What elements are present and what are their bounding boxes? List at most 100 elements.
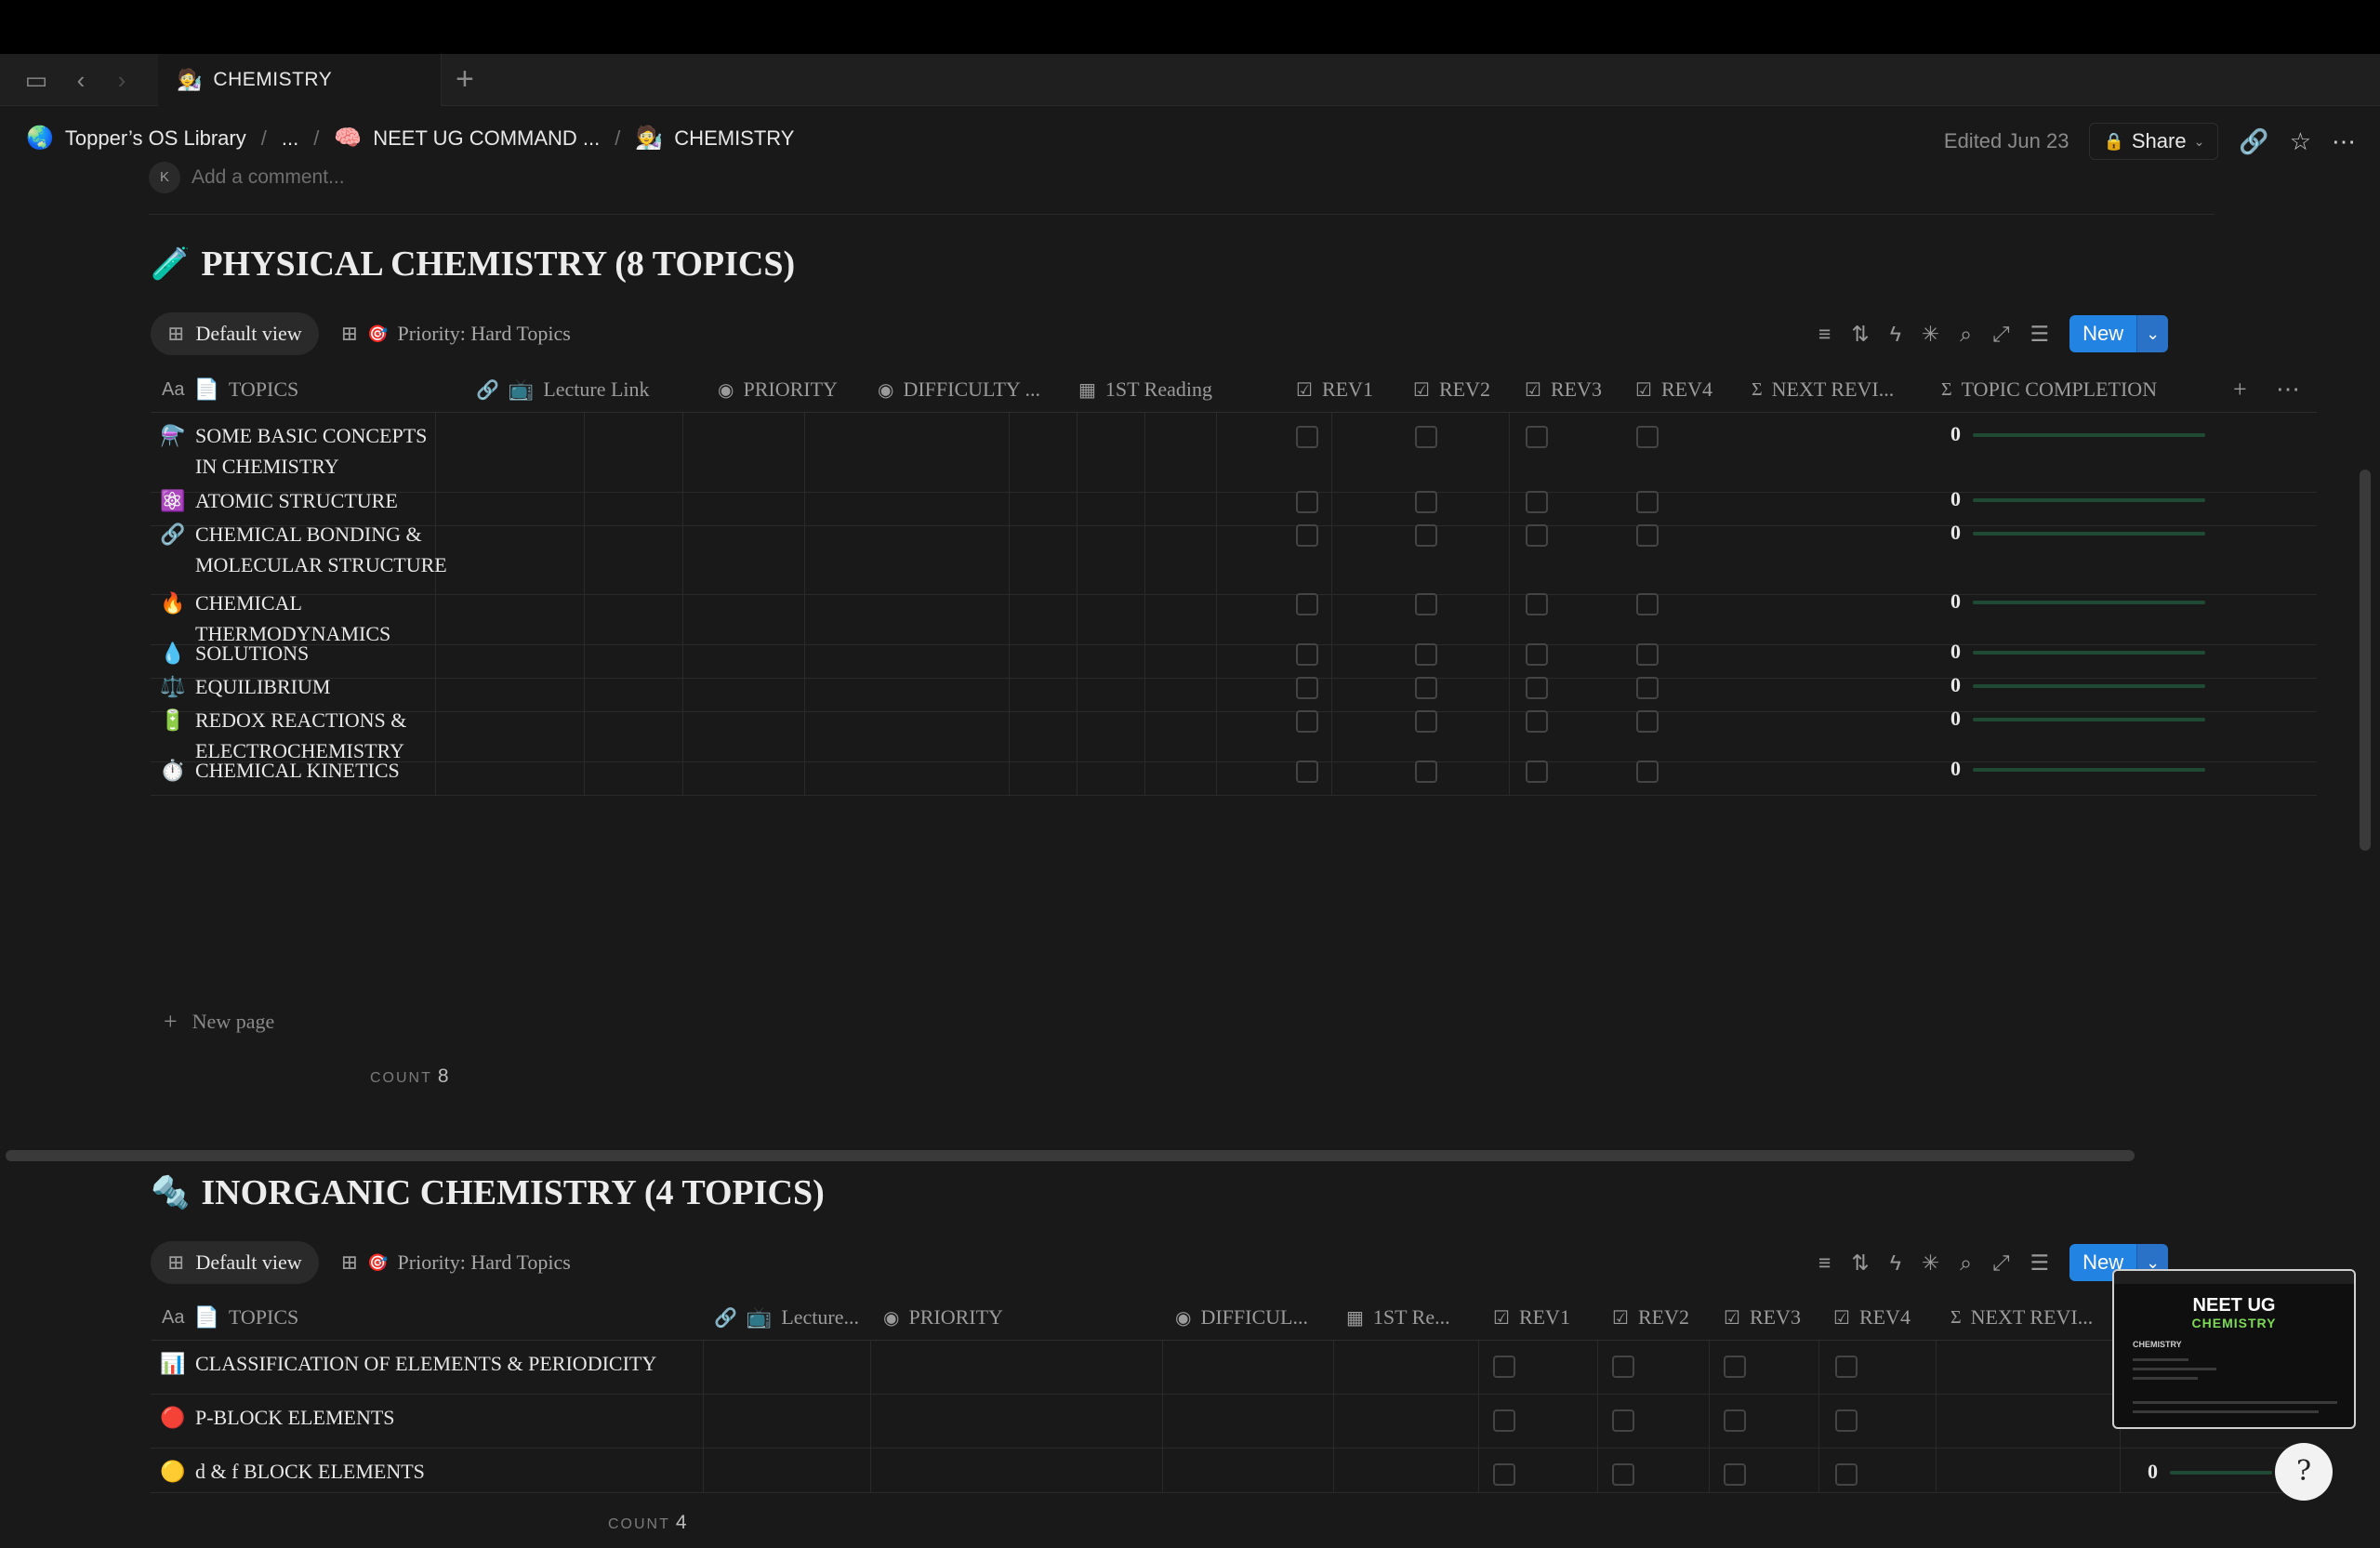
column-rev4[interactable]: ☑ REV4 [1833, 1294, 1911, 1341]
column-topics[interactable]: Aa 📄 TOPICS [162, 366, 298, 413]
rev4-checkbox[interactable] [1835, 1463, 1858, 1486]
column-priority[interactable]: ◉ PRIORITY [883, 1294, 1003, 1341]
automation-bolt-icon[interactable]: ϟ [1890, 1250, 1901, 1276]
column-lecture-link[interactable]: 🔗 📺 Lecture... [714, 1294, 859, 1341]
column-1st-reading[interactable]: ▦ 1ST Reading [1078, 366, 1212, 413]
back-arrow-icon[interactable]: ‹ [67, 67, 95, 93]
new-page-button[interactable]: + New page [164, 1008, 274, 1036]
column-rev1[interactable]: ☑ REV1 [1296, 366, 1373, 413]
column-1st-reading[interactable]: ▦ 1ST Re... [1346, 1294, 1450, 1341]
table-row[interactable]: 🔴 P-BLOCK ELEMENTS [151, 1395, 2317, 1449]
share-button[interactable]: 🔒 Share ⌄ [2089, 123, 2219, 160]
comment-input[interactable]: Add a comment... [192, 166, 345, 189]
page-preview-thumbnail[interactable]: NEET UG CHEMISTRY CHEMISTRY [2112, 1269, 2356, 1429]
help-button[interactable]: ? [2275, 1443, 2333, 1501]
tab-default-view[interactable]: ⊞ Default view [151, 312, 319, 355]
rev1-checkbox[interactable] [1296, 677, 1318, 699]
add-column-plus-icon[interactable]: + [2233, 366, 2247, 413]
tab-chemistry[interactable]: 🧑‍🔬 CHEMISTRY [158, 54, 442, 106]
rev4-checkbox[interactable] [1636, 491, 1659, 513]
new-tab-plus-icon[interactable]: + [456, 63, 474, 95]
topic-cell[interactable]: ⚗️ SOME BASIC CONCEPTS IN CHEMISTRY [160, 420, 448, 482]
new-button-label[interactable]: New [2069, 315, 2137, 352]
rev2-checkbox[interactable] [1415, 643, 1437, 666]
topic-cell[interactable]: 🔗 CHEMICAL BONDING & MOLECULAR STRUCTURE [160, 519, 448, 580]
search-icon[interactable]: ⌕ [1960, 1250, 1972, 1276]
rev1-checkbox[interactable] [1493, 1356, 1515, 1378]
rev1-checkbox[interactable] [1296, 643, 1318, 666]
rev3-checkbox[interactable] [1526, 426, 1548, 448]
rev3-checkbox[interactable] [1526, 710, 1548, 733]
horizontal-scrollbar[interactable] [6, 1150, 2135, 1161]
rev3-checkbox[interactable] [1724, 1409, 1746, 1432]
rev2-checkbox[interactable] [1415, 593, 1437, 615]
column-lecture-link[interactable]: 🔗 📺 Lecture Link [476, 366, 650, 413]
new-button[interactable]: New ⌄ [2069, 315, 2169, 352]
breadcrumb-item-library[interactable]: Topper’s OS Library [65, 126, 246, 151]
column-rev3[interactable]: ☑ REV3 [1724, 1294, 1801, 1341]
rev4-checkbox[interactable] [1835, 1409, 1858, 1432]
forward-arrow-icon[interactable]: › [108, 67, 136, 93]
rev1-checkbox[interactable] [1493, 1409, 1515, 1432]
breadcrumb-item-chemistry[interactable]: CHEMISTRY [674, 126, 794, 151]
rev1-checkbox[interactable] [1296, 491, 1318, 513]
automation-bolt-icon[interactable]: ϟ [1890, 322, 1901, 347]
rev1-checkbox[interactable] [1493, 1463, 1515, 1486]
rev3-checkbox[interactable] [1526, 677, 1548, 699]
settings-sliders-icon[interactable]: ☰ [2030, 322, 2049, 347]
rev3-checkbox[interactable] [1526, 524, 1548, 547]
rev2-checkbox[interactable] [1415, 426, 1437, 448]
rev3-checkbox[interactable] [1724, 1463, 1746, 1486]
rev2-checkbox[interactable] [1415, 677, 1437, 699]
breadcrumb-item-neet[interactable]: NEET UG COMMAND ... [373, 126, 600, 151]
sidebar-toggle-icon[interactable]: ▭ [22, 67, 50, 93]
tab-priority-hard[interactable]: ⊞ 🎯 Priority: Hard Topics [341, 1250, 571, 1275]
rev2-checkbox[interactable] [1415, 710, 1437, 733]
sparkle-icon[interactable]: ✳ [1922, 1250, 1939, 1276]
sort-icon[interactable]: ⇅ [1851, 1250, 1869, 1276]
table-row[interactable]: ⏱️ CHEMICAL KINETICS 0 [151, 748, 2317, 796]
rev3-checkbox[interactable] [1526, 491, 1548, 513]
more-icon[interactable]: ⋯ [2332, 127, 2356, 156]
rev1-checkbox[interactable] [1296, 593, 1318, 615]
search-icon[interactable]: ⌕ [1960, 322, 1972, 347]
column-difficulty[interactable]: ◉ DIFFICUL... [1175, 1294, 1308, 1341]
sparkle-icon[interactable]: ✳ [1922, 322, 1939, 347]
more-icon[interactable]: ⋯ [2276, 366, 2300, 413]
rev4-checkbox[interactable] [1636, 593, 1659, 615]
rev4-checkbox[interactable] [1835, 1356, 1858, 1378]
expand-icon[interactable]: ⤢ [1992, 1250, 2009, 1276]
rev3-checkbox[interactable] [1526, 761, 1548, 783]
column-difficulty[interactable]: ◉ DIFFICULTY ... [878, 366, 1040, 413]
topic-cell[interactable]: 📊 CLASSIFICATION OF ELEMENTS & PERIODICIT… [160, 1348, 699, 1379]
column-priority[interactable]: ◉ PRIORITY [718, 366, 838, 413]
tab-default-view[interactable]: ⊞ Default view [151, 1241, 319, 1284]
rev2-checkbox[interactable] [1415, 761, 1437, 783]
column-rev2[interactable]: ☑ REV2 [1413, 366, 1490, 413]
rev1-checkbox[interactable] [1296, 761, 1318, 783]
column-topic-completion[interactable]: Σ TOPIC COMPLETION [1941, 366, 2157, 413]
column-next-revision[interactable]: Σ NEXT REVI... [1950, 1294, 2093, 1341]
rev4-checkbox[interactable] [1636, 643, 1659, 666]
filter-icon[interactable]: ≡ [1818, 1250, 1831, 1276]
topic-cell[interactable]: 🔴 P-BLOCK ELEMENTS [160, 1402, 699, 1433]
table-row[interactable]: 📊 CLASSIFICATION OF ELEMENTS & PERIODICIT… [151, 1341, 2317, 1395]
rev4-checkbox[interactable] [1636, 761, 1659, 783]
column-rev3[interactable]: ☑ REV3 [1525, 366, 1602, 413]
breadcrumb-item-ellipsis[interactable]: ... [282, 126, 298, 151]
column-rev2[interactable]: ☑ REV2 [1612, 1294, 1689, 1341]
column-next-revision[interactable]: Σ NEXT REVI... [1752, 366, 1894, 413]
table-row[interactable]: 🟡 d & f BLOCK ELEMENTS 0 [151, 1449, 2317, 1493]
rev2-checkbox[interactable] [1415, 524, 1437, 547]
topic-cell[interactable]: ⏱️ CHEMICAL KINETICS [160, 755, 448, 786]
rev3-checkbox[interactable] [1526, 593, 1548, 615]
sort-icon[interactable]: ⇅ [1851, 322, 1869, 347]
rev2-checkbox[interactable] [1612, 1463, 1634, 1486]
rev1-checkbox[interactable] [1296, 524, 1318, 547]
rev2-checkbox[interactable] [1612, 1356, 1634, 1378]
rev1-checkbox[interactable] [1296, 710, 1318, 733]
column-rev1[interactable]: ☑ REV1 [1493, 1294, 1570, 1341]
tab-priority-hard[interactable]: ⊞ 🎯 Priority: Hard Topics [341, 322, 571, 346]
rev3-checkbox[interactable] [1526, 643, 1548, 666]
settings-sliders-icon[interactable]: ☰ [2030, 1250, 2049, 1276]
